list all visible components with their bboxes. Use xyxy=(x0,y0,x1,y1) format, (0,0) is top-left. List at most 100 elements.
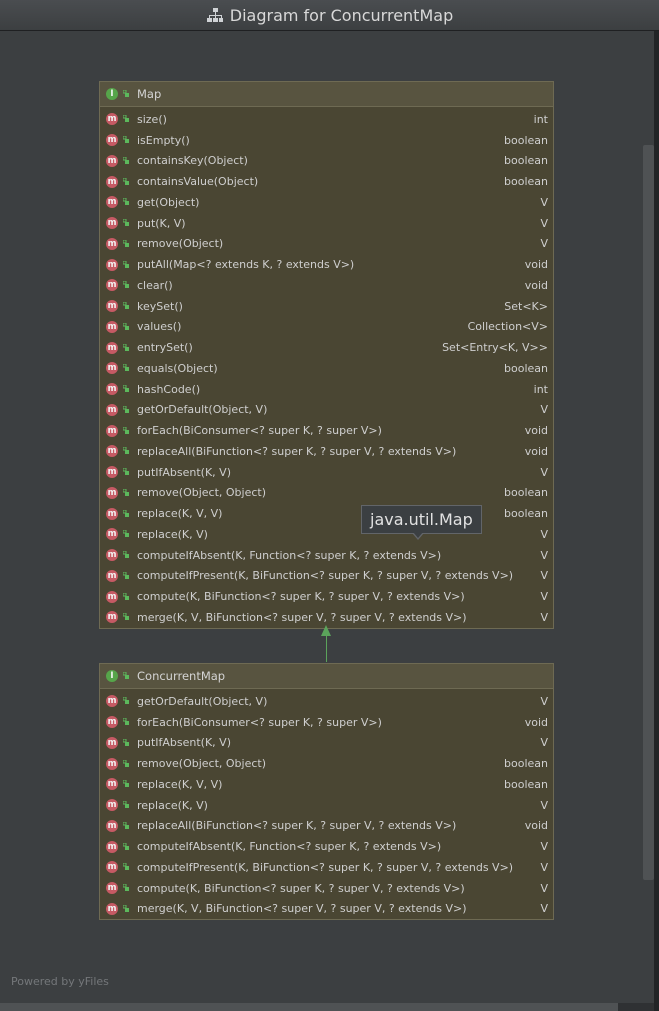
method-row[interactable]: m put(K, V) V xyxy=(100,212,553,234)
method-icon: m xyxy=(106,528,118,541)
method-row[interactable]: m clear() void xyxy=(100,275,553,296)
method-return-type: V xyxy=(536,732,548,754)
method-row[interactable]: m entrySet() Set<Entry<K, V>> xyxy=(100,337,553,358)
method-row[interactable]: m replace(K, V) V xyxy=(100,794,553,816)
method-return-type: V xyxy=(536,524,548,545)
method-icon: m xyxy=(106,320,118,333)
hierarchy-icon xyxy=(206,8,223,22)
method-row[interactable]: m getOrDefault(Object, V) V xyxy=(100,399,553,421)
method-icon: m xyxy=(106,134,118,147)
method-signature: put(K, V) xyxy=(137,216,186,230)
public-visibility-icon xyxy=(123,156,129,164)
method-icon: m xyxy=(106,819,118,832)
tooltip-text: java.util.Map xyxy=(370,510,473,529)
method-return-type: V xyxy=(536,233,548,255)
method-row[interactable]: m merge(K, V, BiFunction<? super V, ? sup… xyxy=(100,898,553,920)
powered-by-label: Powered by yFiles xyxy=(11,975,109,988)
method-row[interactable]: m compute(K, BiFunction<? super K, ? supe… xyxy=(100,586,553,607)
method-row[interactable]: m replaceAll(BiFunction<? super K, ? supe… xyxy=(100,441,553,462)
method-row[interactable]: m compute(K, BiFunction<? super K, ? supe… xyxy=(100,877,553,899)
method-row[interactable]: m values() Collection<V> xyxy=(100,316,553,338)
method-return-type: void xyxy=(520,420,548,441)
horizontal-scrollbar[interactable] xyxy=(0,1003,618,1011)
method-icon: m xyxy=(106,695,118,708)
method-row[interactable]: m replace(K, V, V) boolean xyxy=(100,503,553,524)
method-row[interactable]: m containsKey(Object) boolean xyxy=(100,150,553,172)
class-node-map[interactable]: I Map m size() int m isEmpty() boolean m contai… xyxy=(99,81,554,629)
method-row[interactable]: m remove(Object, Object) boolean xyxy=(100,482,553,504)
method-signature: remove(Object, Object) xyxy=(137,757,266,771)
method-return-type: void xyxy=(520,815,548,837)
method-row[interactable]: m replaceAll(BiFunction<? super K, ? supe… xyxy=(100,815,553,837)
method-return-type: void xyxy=(520,711,548,733)
method-row[interactable]: m containsValue(Object) boolean xyxy=(100,171,553,192)
method-icon: m xyxy=(106,466,118,479)
public-visibility-icon xyxy=(123,672,129,679)
vertical-scrollbar[interactable] xyxy=(643,145,654,880)
method-icon: m xyxy=(106,778,118,791)
method-return-type: boolean xyxy=(500,774,548,795)
public-visibility-icon xyxy=(123,551,129,559)
method-row[interactable]: m putIfAbsent(K, V) V xyxy=(100,732,553,754)
method-icon: m xyxy=(106,799,118,812)
method-return-type: V xyxy=(536,836,548,857)
public-visibility-icon xyxy=(123,842,129,850)
method-return-type: V xyxy=(536,192,548,213)
method-row[interactable]: m equals(Object) boolean xyxy=(100,358,553,379)
method-icon: m xyxy=(106,217,118,230)
method-return-type: void xyxy=(520,275,548,296)
public-visibility-icon xyxy=(123,405,129,413)
method-icon: m xyxy=(106,341,118,354)
public-visibility-icon xyxy=(123,780,129,788)
public-visibility-icon xyxy=(123,738,129,746)
method-row[interactable]: m computeIfAbsent(K, Function<? super K, … xyxy=(100,544,553,566)
method-return-type: void xyxy=(520,254,548,275)
method-list: m getOrDefault(Object, V) Vm forEach(BiCons… xyxy=(100,689,553,920)
method-signature: replace(K, V) xyxy=(137,798,208,812)
public-visibility-icon xyxy=(123,447,129,455)
method-return-type: void xyxy=(520,441,548,462)
method-icon: m xyxy=(106,861,118,874)
method-return-type: V xyxy=(536,794,548,816)
window-edge xyxy=(654,31,659,1011)
method-row[interactable]: m remove(Object, Object) boolean xyxy=(100,753,553,774)
method-row[interactable]: m remove(Object) V xyxy=(100,233,553,255)
method-row[interactable]: m size() int xyxy=(100,109,553,130)
method-row[interactable]: m forEach(BiConsumer<? super K, ? super V… xyxy=(100,711,553,733)
method-row[interactable]: m putAll(Map<? extends K, ? extends V>) vo… xyxy=(100,254,553,275)
interface-icon: I xyxy=(106,88,118,100)
method-row[interactable]: m computeIfAbsent(K, Function<? super K, … xyxy=(100,836,553,857)
method-row[interactable]: m forEach(BiConsumer<? super K, ? super V… xyxy=(100,420,553,441)
public-visibility-icon xyxy=(123,488,129,496)
method-signature: keySet() xyxy=(137,299,183,313)
method-row[interactable]: m isEmpty() boolean xyxy=(100,129,553,151)
method-row[interactable]: m getOrDefault(Object, V) V xyxy=(100,691,553,712)
method-icon: m xyxy=(106,507,118,520)
method-row[interactable]: m putIfAbsent(K, V) V xyxy=(100,461,553,483)
method-row[interactable]: m replace(K, V, V) boolean xyxy=(100,774,553,795)
public-visibility-icon xyxy=(123,219,129,227)
method-signature: forEach(BiConsumer<? super K, ? super V>… xyxy=(137,715,382,729)
method-signature: computeIfAbsent(K, Function<? super K, ?… xyxy=(137,840,442,854)
diagram-window: Diagram for ConcurrentMap I Map m size() i… xyxy=(0,0,659,1011)
method-signature: remove(Object) xyxy=(137,237,224,251)
method-return-type: V xyxy=(536,399,548,421)
method-row[interactable]: m replace(K, V) V xyxy=(100,524,553,545)
method-icon: m xyxy=(106,902,118,915)
class-node-concurrentmap[interactable]: I ConcurrentMap m getOrDefault(Object, V)… xyxy=(99,663,554,921)
method-icon: m xyxy=(106,757,118,770)
method-icon: m xyxy=(106,882,118,895)
method-return-type: V xyxy=(536,461,548,483)
public-visibility-icon xyxy=(123,322,129,330)
method-row[interactable]: m computeIfPresent(K, BiFunction<? super … xyxy=(100,857,553,878)
public-visibility-icon xyxy=(123,801,129,809)
method-list: m size() int m isEmpty() boolean m containsKey(… xyxy=(100,107,553,628)
method-return-type: int xyxy=(529,378,548,400)
method-signature: size() xyxy=(137,112,167,126)
method-row[interactable]: m get(Object) V xyxy=(100,192,553,213)
method-row[interactable]: m keySet() Set<K> xyxy=(100,295,553,317)
method-row[interactable]: m computeIfPresent(K, BiFunction<? super … xyxy=(100,565,553,587)
public-visibility-icon xyxy=(123,426,129,434)
public-visibility-icon xyxy=(123,468,129,476)
method-row[interactable]: m hashCode() int xyxy=(100,378,553,400)
